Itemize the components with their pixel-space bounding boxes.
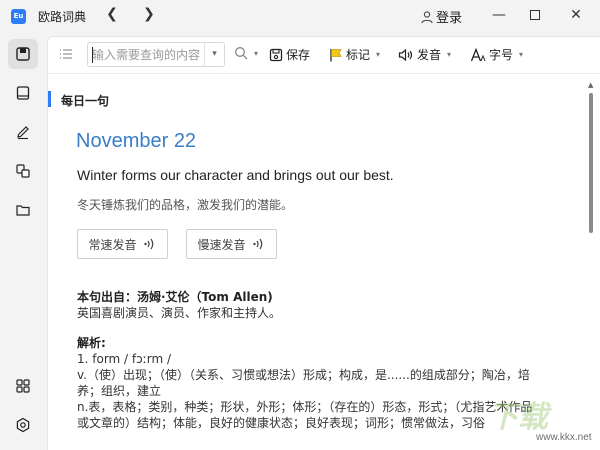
search-box: ▾ [87,42,225,67]
sidebar-item-apps[interactable] [8,371,38,401]
search-button[interactable]: ▾ [234,46,258,60]
sidebar-item-translate[interactable] [8,156,38,186]
toolbar-divider [48,73,600,74]
font-size-icon [470,47,486,61]
font-size-label: 字号 [489,48,514,62]
back-button[interactable]: ❮ [102,6,122,22]
save-icon [269,48,283,61]
gear-icon [16,417,30,433]
speak-caret-icon: ▾ [447,50,452,59]
analysis-line: n.表，表格；类别，种类；形状，外形；体形；（存在的）形态，形式；（尤指艺术作品 [77,400,533,414]
pencil-icon [17,126,29,140]
daily-date: November 22 [76,130,197,152]
save-label: 保存 [286,48,311,62]
mark-button[interactable]: 标记 ▾ [329,46,380,63]
daily-sentence-en: Winter forms our character and brings ou… [77,167,394,183]
speak-label: 发音 [417,48,442,62]
analysis-line: 养；组织，建立 [77,384,162,398]
search-icon [235,47,248,60]
app-title: 欧路词典 [38,10,87,24]
forward-button[interactable]: ❯ [139,6,159,22]
save-button[interactable]: 保存 [269,46,310,63]
book-icon [16,86,30,100]
list-icon [60,49,72,59]
folder-icon [16,205,30,216]
sound-wave-icon [143,238,153,250]
login-label: 登录 [436,11,463,26]
watermark-url: www.kkx.net [536,432,592,443]
app-logo-icon: Eu [11,9,26,24]
section-accent-bar [48,91,51,107]
source-label: 本句出自：汤姆·艾伦（Tom Allen) [77,290,273,304]
site-watermark: 下载 www.kkx.net [488,392,600,450]
analysis-line: 或文章的）结构；体能，良好的健康状态；良好表现；词形；惯常做法，习俗 [77,416,486,430]
sidebar-item-notes[interactable] [8,117,38,147]
watermark-text: 下载 [488,401,548,434]
slow-speed-speak-button[interactable]: 慢速发音 [186,229,277,259]
mark-label: 标记 [346,48,371,62]
close-button[interactable]: ✕ [564,4,588,26]
font-caret-icon: ▾ [519,50,524,59]
analysis-label: 解析: [77,336,106,350]
dictionary-icon [16,47,30,61]
mark-caret-icon: ▾ [376,50,381,59]
flag-icon [330,48,342,61]
speak-button[interactable]: 发音 ▾ [398,46,451,63]
sidebar-item-book[interactable] [8,78,38,108]
scroll-up-icon[interactable]: ▲ [588,81,593,89]
grid-icon [16,379,30,393]
login-button[interactable]: 登录 [420,7,462,26]
search-input[interactable] [88,43,204,66]
maximize-icon [530,10,540,20]
section-title: 每日一句 [61,94,110,108]
search-history-dropdown[interactable]: ▾ [204,43,224,66]
slow-speed-label: 慢速发音 [197,237,246,252]
maximize-button[interactable] [523,4,547,26]
font-size-button[interactable]: 字号 ▾ [470,46,523,63]
translate-icon [16,164,30,178]
scroll-thumb[interactable] [589,93,593,233]
title-bar: Eu 欧路词典 ❮ ❯ 登录 — ✕ [0,0,600,32]
daily-sentence-cn: 冬天锤炼我们的品格，激发我们的潜能。 [77,198,294,212]
main-pane: ▾ ▾ 保存 标记 ▾ [47,36,600,450]
text-caret [92,47,93,63]
source-description: 英国喜剧演员、演员、作家和主持人。 [77,306,282,320]
search-caret-icon: ▾ [254,48,259,58]
sidebar-item-settings[interactable] [8,410,38,440]
sidebar [0,32,46,450]
analysis-line: 1. form / fɔːrm / [77,352,172,366]
minimize-button[interactable]: — [487,4,511,26]
normal-speed-speak-button[interactable]: 常速发音 [77,229,168,259]
sidebar-item-folder[interactable] [8,195,38,225]
toolbar: ▾ ▾ 保存 标记 ▾ [48,37,600,73]
normal-speed-label: 常速发音 [88,237,137,252]
speaker-icon [398,48,413,61]
sound-wave-icon [252,238,262,250]
sidebar-item-dictionary[interactable] [8,39,38,69]
analysis-line: v.（使）出现；（使）（关系、习惯或想法）形成；构成，是......的组成部分；… [77,368,530,382]
word-list-toggle[interactable] [58,46,74,66]
user-icon [421,10,433,23]
